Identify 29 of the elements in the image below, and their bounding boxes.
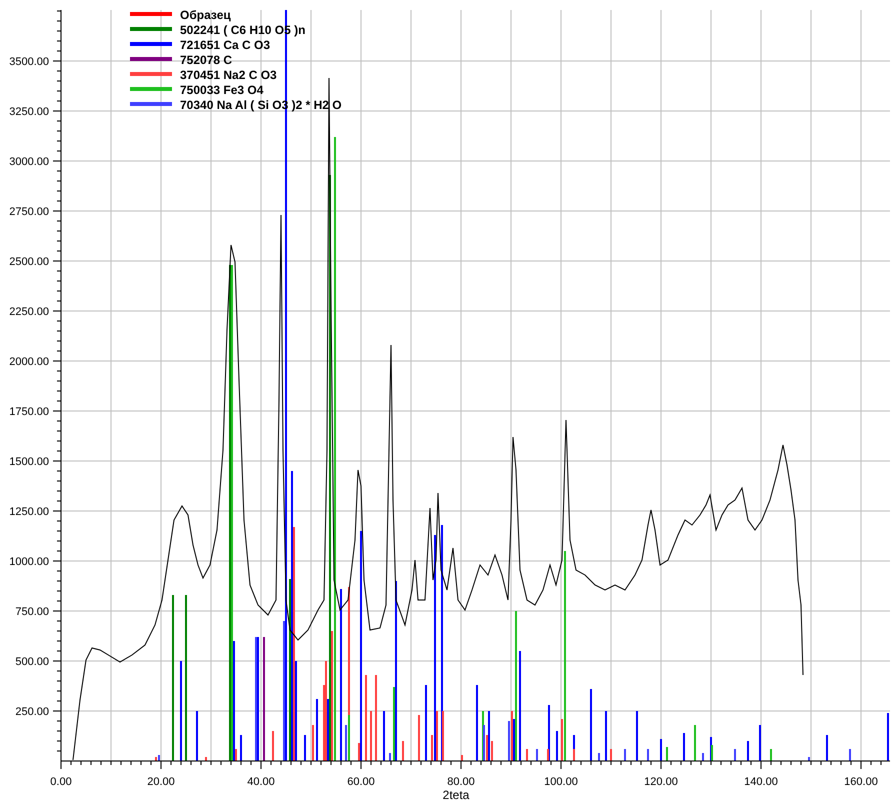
tick-label: 750.00 xyxy=(15,606,49,618)
tick-label: 500.00 xyxy=(15,656,49,668)
tick-label: 60.00 xyxy=(347,776,375,788)
legend-label: Образец xyxy=(180,8,231,22)
tick-label: 80.00 xyxy=(447,776,475,788)
axis-title: 2teta xyxy=(442,788,470,802)
tick-label: 1250.00 xyxy=(9,506,49,518)
tick-label: 3250.00 xyxy=(9,106,49,118)
tick-label: 140.00 xyxy=(744,776,778,788)
tick-label: 100.00 xyxy=(544,776,578,788)
legend-label: 750033 Fe3 O4 xyxy=(180,83,264,97)
tick-label: 120.00 xyxy=(644,776,678,788)
tick-label: 0.00 xyxy=(50,776,72,788)
legend-label: 721651 Ca C O3 xyxy=(180,38,270,52)
tick-label: 2500.00 xyxy=(9,256,49,268)
tick-label: 20.00 xyxy=(147,776,175,788)
tick-label: 1500.00 xyxy=(9,456,49,468)
tick-label: 160.00 xyxy=(844,776,878,788)
tick-label: 1000.00 xyxy=(9,556,49,568)
tick-label: 3500.00 xyxy=(9,56,49,68)
tick-label: 2000.00 xyxy=(9,356,49,368)
tick-label: 2750.00 xyxy=(9,206,49,218)
tick-label: 2250.00 xyxy=(9,306,49,318)
tick-label: 1750.00 xyxy=(9,406,49,418)
legend-label: 752078 C xyxy=(180,53,232,67)
legend-label: 370451 Na2 C O3 xyxy=(180,68,277,82)
tick-label: 3000.00 xyxy=(9,156,49,168)
tick-label: 250.00 xyxy=(15,706,49,718)
tick-label: 40.00 xyxy=(247,776,275,788)
